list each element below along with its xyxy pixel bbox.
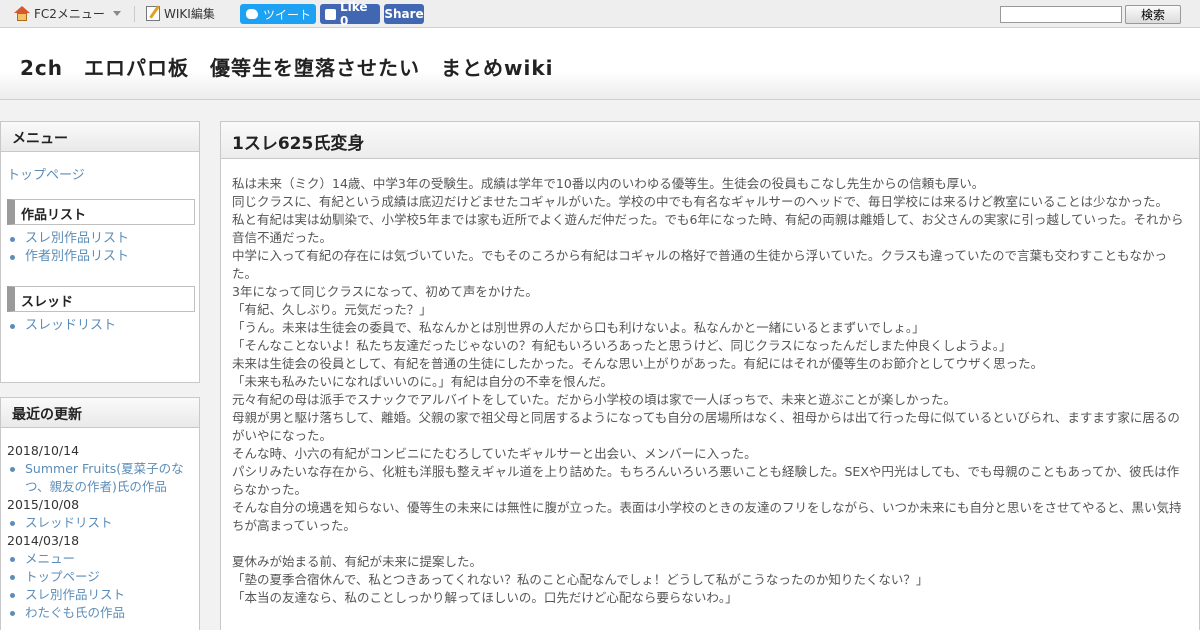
article-paragraph: 「塾の夏季合宿休んで、私とつきあってくれない？私のこと心配なんでしょ！どうして私… — [232, 572, 929, 587]
tweet-label: ツイート — [263, 7, 312, 22]
article-paragraph: 中学に入って有紀の存在には気づいていた。でもそのころから有紀はコギャルの格好で普… — [232, 248, 1168, 281]
edit-icon — [146, 6, 160, 21]
recent-updates-title: 最近の更新 — [1, 398, 199, 428]
article-paragraph: 私は未来（ミク）14歳、中学3年の受験生。成績は学年で10番以内のいわゆる優等生… — [232, 176, 985, 191]
sidebar-item-thread-list[interactable]: スレッドリスト — [9, 317, 116, 335]
recent-item[interactable]: トップページ — [10, 568, 193, 586]
sidebar-item-works-by-thread[interactable]: スレ別作品リスト — [9, 230, 129, 248]
sidebar-menu-title: メニュー — [1, 122, 199, 152]
wiki-edit-link[interactable]: WIKI編集 — [146, 5, 215, 22]
article-body: 私は未来（ミク）14歳、中学3年の受験生。成績は学年で10番以内のいわゆる優等生… — [221, 159, 1199, 607]
tweet-button[interactable]: ツイート — [240, 4, 316, 24]
recent-item[interactable]: スレ別作品リスト — [10, 586, 193, 604]
article-paragraph: 「未来も私みたいになればいいのに。」有紀は自分の不幸を恨んだ。 — [232, 374, 613, 389]
facebook-share-button[interactable]: Share — [384, 4, 424, 24]
page-title: 1スレ625氏変身 — [221, 122, 1199, 159]
home-icon — [14, 6, 30, 21]
recent-item[interactable]: Summer Fruits(夏菜子のなつ、親友の作者)氏の作品 — [10, 460, 193, 496]
chevron-down-icon — [112, 11, 121, 16]
article-paragraph: 母親が男と駆け落ちして、離婚。父親の家で祖父母と同居するようになっても自分の居場… — [232, 410, 1180, 443]
article-paragraph: そんな時、小六の有紀がコンビニにたむろしていたギャルサーと出会い、メンバーに入っ… — [232, 446, 757, 461]
works-list: スレ別作品リスト 作者別作品リスト — [9, 230, 129, 266]
recent-item[interactable]: メニュー — [10, 550, 193, 568]
facebook-like-button[interactable]: Like 0 — [320, 0, 380, 28]
article-paragraph: 未来は生徒会の役員として、有紀を普通の生徒にしたかった。そんな思い上がりがあった… — [232, 356, 1044, 371]
thread-list: スレッドリスト — [9, 317, 116, 335]
recent-item[interactable]: スレッドリスト — [10, 514, 193, 532]
update-date: 2018/10/14 — [7, 443, 80, 458]
article-paragraph: そんな自分の境遇を知らない、優等生の未来には無性に腹が立った。表面は小学校のとき… — [232, 500, 1182, 533]
fc2-menu-button[interactable]: FC2メニュー — [14, 5, 121, 22]
recent-item[interactable]: わたぐも氏の作品 — [10, 604, 193, 622]
thumbs-up-icon — [325, 8, 336, 20]
share-label: Share — [384, 7, 424, 21]
site-title[interactable]: 2ch エロパロ板 優等生を堕落させたい まとめwiki — [20, 52, 554, 81]
article-paragraph: 「本当の友達なら、私のことしっかり解ってほしいの。口先だけど心配なら要らないわ。… — [232, 590, 738, 605]
article-paragraph: 「有紀、久しぶり。元気だった？」 — [232, 302, 432, 317]
update-date: 2014/03/18 — [7, 533, 80, 548]
article-paragraph: 同じクラスに、有紀という成績は底辺だけどませたコギャルがいた。学校の中でも有名な… — [232, 194, 1169, 209]
article-paragraph: 夏休みが始まる前、有紀が未来に提案した。 — [232, 554, 483, 569]
fc2-toolbar: FC2メニュー WIKI編集 ツイート Like 0 Share 検索 — [0, 0, 1200, 28]
toolbar-divider — [134, 6, 135, 22]
fc2-menu-label: FC2メニュー — [34, 7, 105, 21]
wiki-edit-label: WIKI編集 — [164, 7, 215, 21]
search-button[interactable]: 検索 — [1125, 5, 1181, 24]
sidebar-menu: メニュー トップページ 作品リスト スレ別作品リスト 作者別作品リスト スレッド… — [0, 121, 200, 383]
main-content: 1スレ625氏変身 私は未来（ミク）14歳、中学3年の受験生。成績は学年で10番… — [220, 121, 1200, 630]
article-paragraph: 3年になって同じクラスになって、初めて声をかけた。 — [232, 284, 538, 299]
update-date: 2015/10/08 — [7, 497, 80, 512]
like-label: Like 0 — [339, 0, 368, 28]
works-list-heading: 作品リスト — [7, 199, 195, 225]
article-paragraph: 元々有紀の母は派手でスナックでアルバイトをしていた。だから小学校の頃は家で一人ぼ… — [232, 392, 957, 407]
article-paragraph: 「そんなことないよ！私たち友達だったじゃないの？有紀もいろいろあったと思うけど、… — [232, 338, 1012, 353]
recent-updates-list: 2018/10/14 Summer Fruits(夏菜子のなつ、親友の作者)氏の… — [7, 442, 193, 622]
article-paragraph: 「うん。未来は生徒会の委員で、私なんかとは別世界の人だから口も利けないよ。私なん… — [232, 320, 925, 335]
article-paragraph: 私と有紀は実は幼馴染で、小学校5年までは家も近所でよく遊んだ仲だった。でも6年に… — [232, 212, 1184, 245]
sidebar-item-works-by-author[interactable]: 作者別作品リスト — [9, 248, 129, 266]
search-input[interactable] — [1000, 6, 1122, 23]
sidebar-item-top-page[interactable]: トップページ — [7, 164, 85, 183]
site-header: 2ch エロパロ板 優等生を堕落させたい まとめwiki — [0, 28, 1200, 100]
recent-updates: 最近の更新 2018/10/14 Summer Fruits(夏菜子のなつ、親友… — [0, 397, 200, 630]
twitter-bird-icon — [246, 9, 258, 19]
thread-heading: スレッド — [7, 286, 195, 312]
article-paragraph: パシリみたいな存在から、化粧も洋服も整えギャル道を上り詰めた。もちろんいろいろ悪… — [232, 464, 1180, 497]
